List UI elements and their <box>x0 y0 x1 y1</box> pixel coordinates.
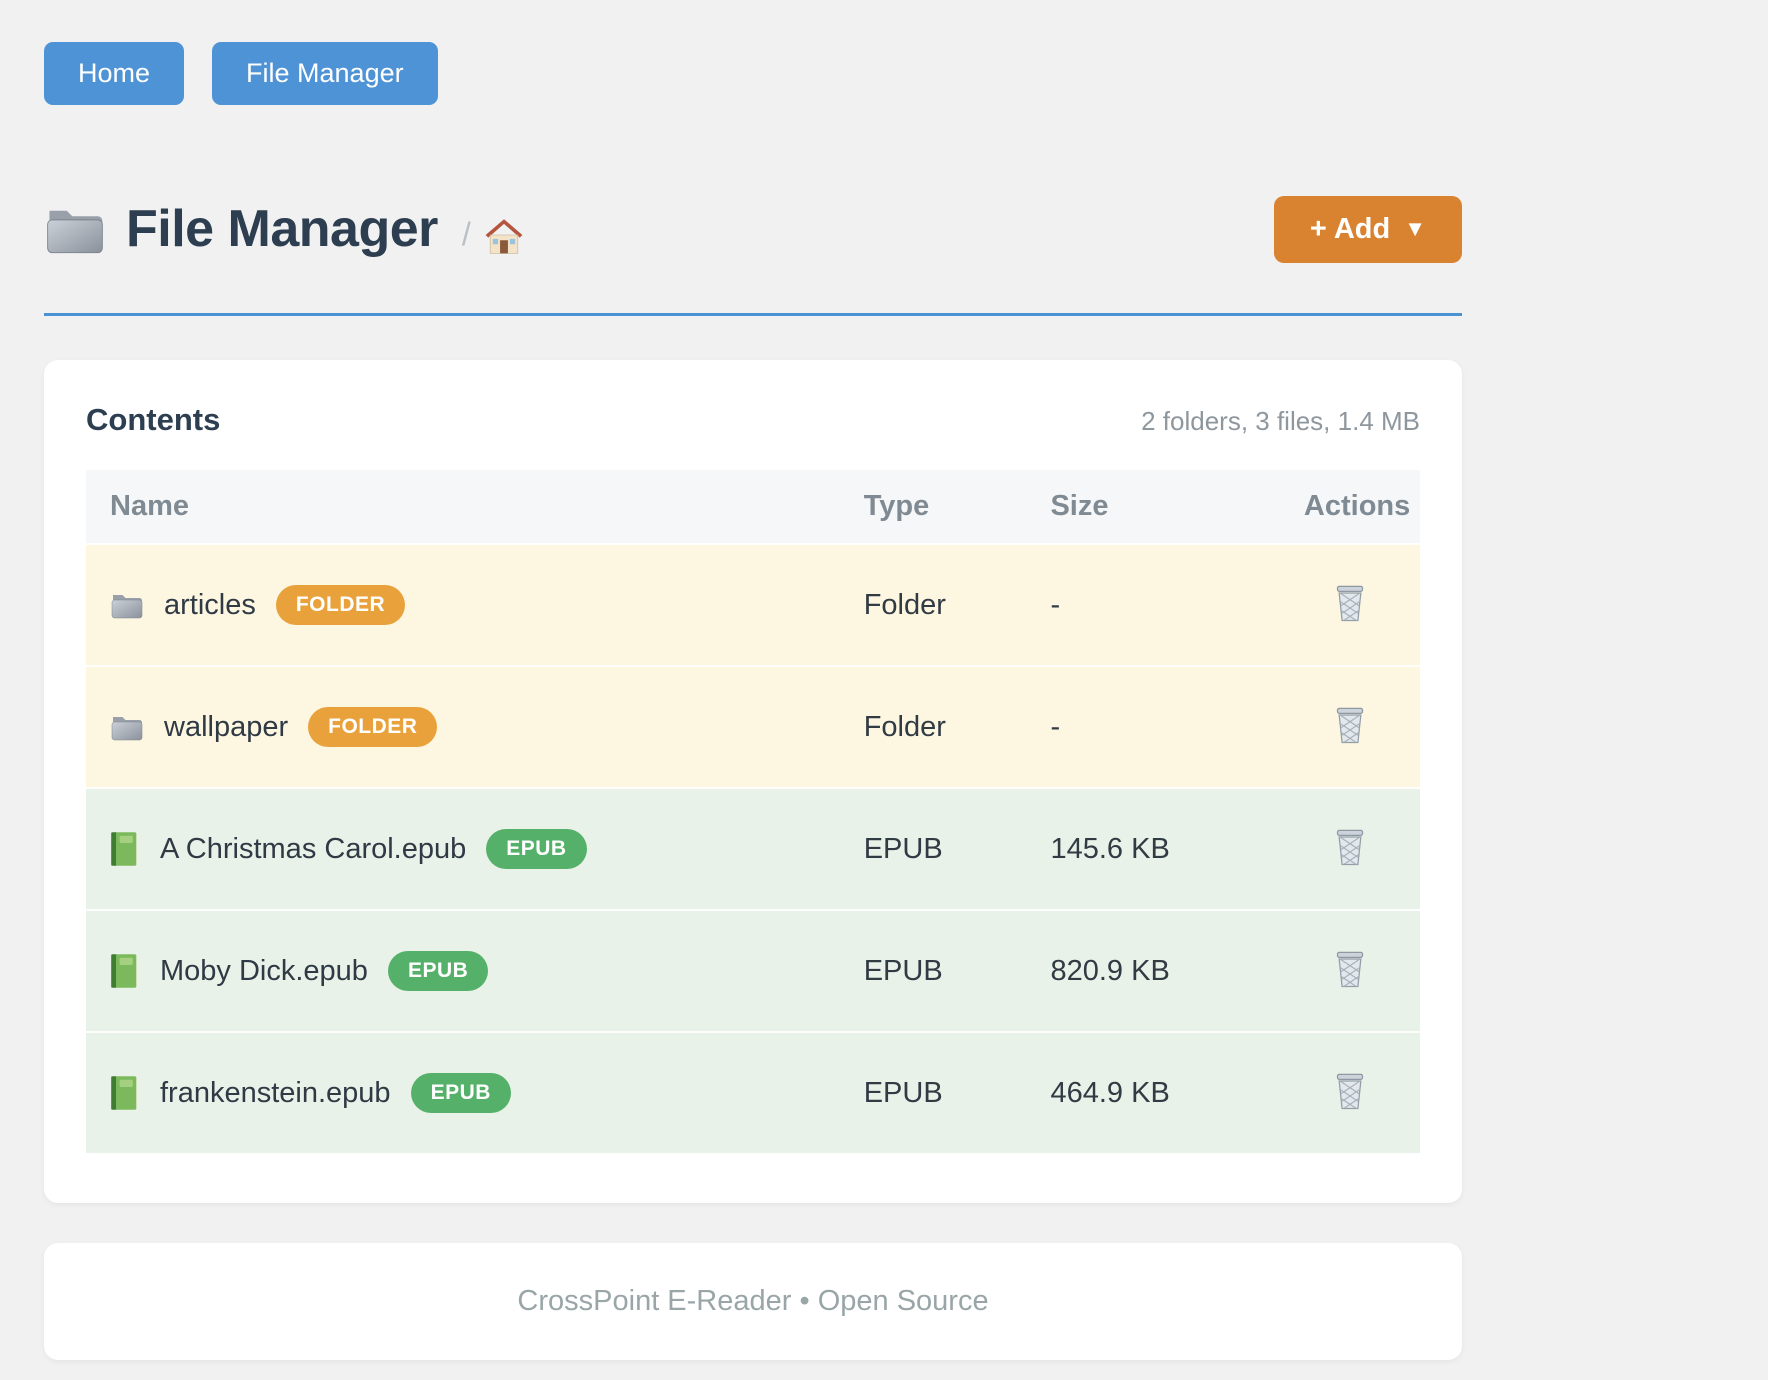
column-header-size: Size <box>1026 470 1279 544</box>
item-type: EPUB <box>840 1032 1027 1153</box>
item-size: 145.6 KB <box>1026 788 1279 910</box>
top-nav: Home File Manager <box>44 42 1462 105</box>
contents-card-header: Contents 2 folders, 3 files, 1.4 MB <box>86 402 1420 438</box>
book-icon <box>110 953 140 989</box>
delete-button[interactable] <box>1329 579 1371 627</box>
delete-button[interactable] <box>1329 945 1371 993</box>
folder-badge: FOLDER <box>276 585 405 625</box>
title-group: File Manager / <box>44 199 525 259</box>
footer-text: CrossPoint E-Reader • Open Source <box>517 1285 988 1317</box>
item-type: Folder <box>840 544 1027 666</box>
book-icon <box>110 1075 140 1111</box>
file-row[interactable]: A Christmas Carol.epub EPUB EPUB 145.6 K… <box>86 788 1420 910</box>
trash-icon <box>1333 705 1367 745</box>
file-table: Name Type Size Actions articles FOLDER <box>86 470 1420 1153</box>
item-size: - <box>1026 666 1279 788</box>
delete-button[interactable] <box>1329 1067 1371 1115</box>
column-header-name: Name <box>86 470 840 544</box>
contents-card: Contents 2 folders, 3 files, 1.4 MB Name… <box>44 360 1462 1203</box>
trash-icon <box>1333 949 1367 989</box>
folder-icon <box>110 711 144 743</box>
item-size: 820.9 KB <box>1026 910 1279 1032</box>
table-header-row: Name Type Size Actions <box>86 470 1420 544</box>
item-type: EPUB <box>840 910 1027 1032</box>
item-name[interactable]: A Christmas Carol.epub <box>160 833 466 866</box>
file-row[interactable]: frankenstein.epub EPUB EPUB 464.9 KB <box>86 1032 1420 1153</box>
file-manager-nav-button[interactable]: File Manager <box>212 42 438 105</box>
page-header: File Manager / + Add ▼ <box>44 187 1462 271</box>
item-size: 464.9 KB <box>1026 1032 1279 1153</box>
trash-icon <box>1333 827 1367 867</box>
item-name[interactable]: wallpaper <box>164 711 288 744</box>
add-button[interactable]: + Add ▼ <box>1274 196 1462 263</box>
column-header-type: Type <box>840 470 1027 544</box>
epub-badge: EPUB <box>486 829 586 869</box>
folder-row[interactable]: articles FOLDER Folder - <box>86 544 1420 666</box>
trash-icon <box>1333 1071 1367 1111</box>
header-divider <box>44 313 1462 316</box>
epub-badge: EPUB <box>388 951 488 991</box>
item-name[interactable]: Moby Dick.epub <box>160 955 368 988</box>
item-size: - <box>1026 544 1279 666</box>
folder-icon <box>110 589 144 621</box>
chevron-down-icon: ▼ <box>1404 216 1426 242</box>
add-button-label: + Add <box>1310 213 1390 246</box>
epub-badge: EPUB <box>411 1073 511 1113</box>
delete-button[interactable] <box>1329 823 1371 871</box>
item-type: EPUB <box>840 788 1027 910</box>
folder-badge: FOLDER <box>308 707 437 747</box>
contents-summary: 2 folders, 3 files, 1.4 MB <box>1141 406 1420 437</box>
item-name[interactable]: frankenstein.epub <box>160 1077 391 1110</box>
item-name[interactable]: articles <box>164 589 256 622</box>
page-container: Home File Manager File Manager / + Add ▼… <box>44 0 1462 1360</box>
delete-button[interactable] <box>1329 701 1371 749</box>
page-title: File Manager <box>126 199 438 259</box>
footer: CrossPoint E-Reader • Open Source <box>44 1243 1462 1360</box>
home-nav-button[interactable]: Home <box>44 42 184 105</box>
column-header-actions: Actions <box>1280 470 1420 544</box>
trash-icon <box>1333 583 1367 623</box>
home-icon[interactable] <box>483 215 525 255</box>
folder-icon <box>44 202 106 256</box>
file-row[interactable]: Moby Dick.epub EPUB EPUB 820.9 KB <box>86 910 1420 1032</box>
contents-heading: Contents <box>86 402 220 438</box>
folder-row[interactable]: wallpaper FOLDER Folder - <box>86 666 1420 788</box>
book-icon <box>110 831 140 867</box>
breadcrumb-separator: / <box>462 216 471 253</box>
item-type: Folder <box>840 666 1027 788</box>
